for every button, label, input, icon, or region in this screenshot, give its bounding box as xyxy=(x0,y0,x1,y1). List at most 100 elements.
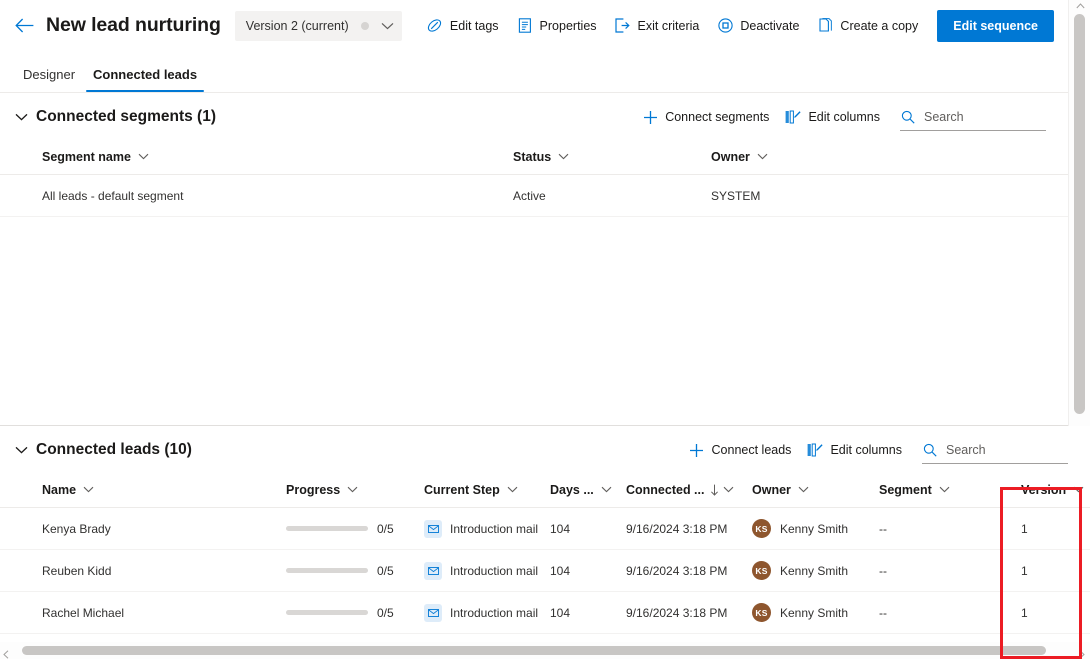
avatar: KS xyxy=(752,603,771,622)
create-a-copy-button[interactable]: Create a copy xyxy=(808,10,927,42)
segment-name-cell: All leads - default segment xyxy=(42,188,184,203)
segments-search-input[interactable] xyxy=(922,108,1042,125)
chevron-down-icon xyxy=(347,486,358,493)
leads-column-version[interactable]: Version xyxy=(1009,472,1085,507)
chevron-down-icon xyxy=(558,153,569,160)
connect-leads-button[interactable]: Connect leads xyxy=(681,435,800,465)
leads-column-progress-label: Progress xyxy=(286,482,341,497)
edit-columns-icon xyxy=(785,109,802,125)
lead-owner-cell: KS Kenny Smith xyxy=(752,550,879,591)
segments-column-status[interactable]: Status xyxy=(513,139,711,174)
table-row[interactable]: Kenya Brady 0/5 Introduction mail 104 9/… xyxy=(0,508,1090,550)
chevron-down-icon xyxy=(381,22,394,30)
circle-stop-icon xyxy=(717,18,733,34)
mail-icon xyxy=(424,519,442,538)
leads-column-owner-label: Owner xyxy=(752,482,791,497)
vertical-scrollbar-thumb[interactable] xyxy=(1074,14,1085,414)
leads-column-connected[interactable]: Connected ... xyxy=(626,472,752,507)
deactivate-button[interactable]: Deactivate xyxy=(708,10,808,42)
lead-owner-cell: KS Kenny Smith xyxy=(752,508,879,549)
avatar: KS xyxy=(752,561,771,580)
lead-days-cell: 104 xyxy=(550,521,571,536)
lead-owner-cell: KS Kenny Smith xyxy=(752,592,879,633)
lead-progress-cell: 0/5 xyxy=(286,592,424,633)
vertical-scrollbar[interactable] xyxy=(1068,0,1090,426)
edit-columns-leads-button[interactable]: Edit columns xyxy=(799,435,910,465)
lead-name-cell: Reuben Kidd xyxy=(42,563,112,578)
app-root: New lead nurturing Version 2 (current) E… xyxy=(0,0,1090,659)
horizontal-scrollbar[interactable] xyxy=(0,642,1090,659)
connected-leads-section: Connected leads (10) Connect leads Edit … xyxy=(0,428,1090,643)
edit-tags-button[interactable]: Edit tags xyxy=(418,10,508,42)
leads-column-days[interactable]: Days ... xyxy=(550,472,626,507)
table-row[interactable]: Reuben Kidd 0/5 Introduction mail 104 9/… xyxy=(0,550,1090,592)
leads-column-current-step-label: Current Step xyxy=(424,482,500,497)
segments-column-owner[interactable]: Owner xyxy=(711,139,971,174)
leads-column-segment[interactable]: Segment xyxy=(879,472,1009,507)
collapse-segments-button[interactable] xyxy=(8,104,34,130)
tag-icon xyxy=(427,18,443,34)
chevron-down-icon xyxy=(723,486,734,493)
chevron-down-icon xyxy=(1073,486,1084,493)
edit-columns-leads-label: Edit columns xyxy=(830,443,902,457)
edit-columns-segments-button[interactable]: Edit columns xyxy=(777,102,888,132)
progress-bar xyxy=(286,610,368,615)
copy-icon xyxy=(817,18,833,34)
lead-version-cell: 1 xyxy=(1021,605,1028,620)
leads-column-owner[interactable]: Owner xyxy=(752,472,879,507)
mail-icon xyxy=(424,561,442,580)
lead-current-step-cell: Introduction mail xyxy=(424,592,550,633)
lead-connected-cell: 9/16/2024 3:18 PM xyxy=(626,521,728,536)
tab-designer[interactable]: Designer xyxy=(14,67,84,92)
segments-column-segment-name[interactable]: Segment name xyxy=(0,139,513,174)
connect-leads-label: Connect leads xyxy=(711,443,792,457)
leads-search-input[interactable] xyxy=(944,441,1064,458)
leads-column-name[interactable]: Name xyxy=(0,472,286,507)
horizontal-scrollbar-thumb[interactable] xyxy=(22,646,1046,655)
chevron-down-icon xyxy=(601,486,612,493)
segments-search[interactable] xyxy=(900,103,1046,131)
version-selector[interactable]: Version 2 (current) xyxy=(234,10,402,41)
scroll-up-arrow-icon[interactable] xyxy=(1069,3,1090,9)
edit-tags-label: Edit tags xyxy=(449,18,499,33)
connected-segments-section: Connected segments (1) Connect segments xyxy=(0,95,1068,425)
arrow-down-icon xyxy=(710,484,719,496)
lead-name-cell: Kenya Brady xyxy=(42,521,111,536)
progress-label: 0/5 xyxy=(377,563,394,578)
segments-column-owner-label: Owner xyxy=(711,149,750,164)
tab-connected-leads[interactable]: Connected leads xyxy=(84,67,206,92)
lead-current-step-cell: Introduction mail xyxy=(424,550,550,591)
leads-table-header: Name Progress Current Step Days ... Conn… xyxy=(0,472,1090,508)
leads-column-segment-label: Segment xyxy=(879,482,932,497)
segments-table-header: Segment name Status Owner xyxy=(0,139,1068,175)
section-divider xyxy=(0,425,1068,426)
chevron-down-icon xyxy=(939,486,950,493)
current-step-label: Introduction mail xyxy=(450,605,539,620)
table-row[interactable]: All leads - default segment Active SYSTE… xyxy=(0,175,1068,217)
leads-column-current-step[interactable]: Current Step xyxy=(424,472,550,507)
back-button[interactable] xyxy=(8,10,40,42)
connect-segments-label: Connect segments xyxy=(665,110,770,124)
progress-bar xyxy=(286,568,368,573)
exit-criteria-button[interactable]: Exit criteria xyxy=(606,10,709,42)
leads-search[interactable] xyxy=(922,436,1068,464)
leads-column-name-label: Name xyxy=(42,482,77,497)
scroll-right-arrow-icon[interactable] xyxy=(1079,646,1085,659)
properties-button[interactable]: Properties xyxy=(508,10,606,42)
chevron-down-icon xyxy=(757,153,768,160)
owner-name: Kenny Smith xyxy=(780,605,849,620)
connect-segments-button[interactable]: Connect segments xyxy=(634,102,777,132)
table-row[interactable]: Rachel Michael 0/5 Introduction mail 104… xyxy=(0,592,1090,634)
lead-version-cell: 1 xyxy=(1021,521,1028,536)
mail-icon xyxy=(424,603,442,622)
scroll-left-arrow-icon[interactable] xyxy=(3,646,9,659)
tab-list: Designer Connected leads xyxy=(0,51,1068,93)
lead-connected-cell: 9/16/2024 3:18 PM xyxy=(626,563,728,578)
chevron-down-icon xyxy=(15,108,28,126)
collapse-leads-button[interactable] xyxy=(8,437,34,463)
page-header: New lead nurturing Version 2 (current) E… xyxy=(0,0,1068,51)
edit-sequence-button[interactable]: Edit sequence xyxy=(937,9,1054,42)
leads-column-progress[interactable]: Progress xyxy=(286,472,424,507)
segments-column-status-label: Status xyxy=(513,149,552,164)
chevron-down-icon xyxy=(507,486,518,493)
